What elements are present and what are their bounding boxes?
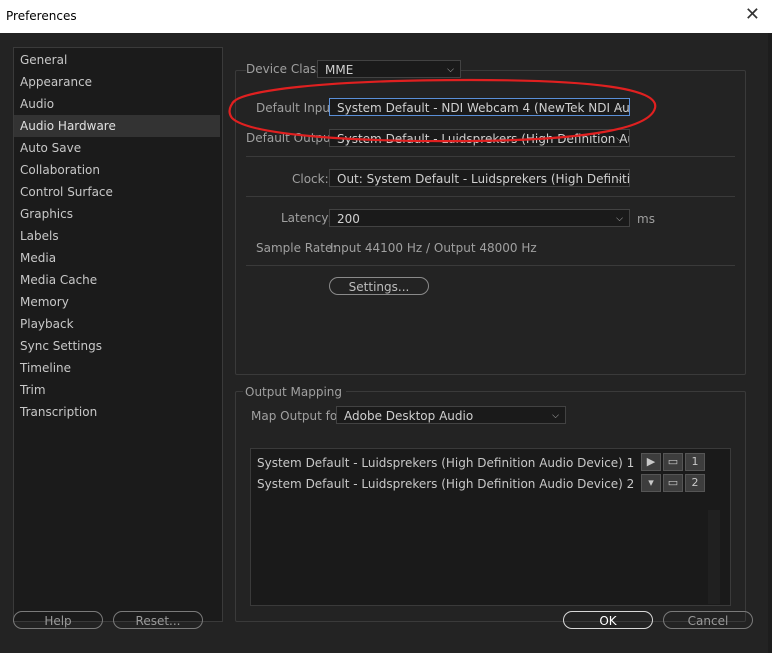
sidebar-item-audio-hardware[interactable]: Audio Hardware bbox=[14, 115, 220, 137]
divider bbox=[246, 156, 735, 157]
window-title: Preferences bbox=[6, 9, 77, 23]
sidebar-item-labels[interactable]: Labels bbox=[20, 225, 59, 247]
sidebar-item-audio[interactable]: Audio bbox=[20, 93, 54, 115]
default-output-dropdown[interactable]: System Default - Luidsprekers (High Defi… bbox=[329, 129, 630, 147]
output-mapping-label: Output Mapping bbox=[243, 385, 346, 399]
default-input-value: System Default - NDI Webcam 4 (NewTek ND… bbox=[337, 101, 630, 115]
scrollbar[interactable] bbox=[708, 510, 720, 604]
sidebar-item-graphics[interactable]: Graphics bbox=[20, 203, 73, 225]
map-output-value: Adobe Desktop Audio bbox=[344, 409, 474, 423]
sample-rate-label: Sample Rate: bbox=[256, 241, 337, 255]
sidebar-item-media-cache[interactable]: Media Cache bbox=[20, 269, 97, 291]
sidebar-item-collaboration[interactable]: Collaboration bbox=[20, 159, 100, 181]
device-class-value: MME bbox=[325, 63, 354, 77]
speaker-play-icon[interactable]: ▶ bbox=[641, 453, 661, 471]
default-output-value: System Default - Luidsprekers (High Defi… bbox=[337, 132, 629, 146]
sidebar-item-playback[interactable]: Playback bbox=[20, 313, 74, 335]
sidebar-item-media[interactable]: Media bbox=[20, 247, 56, 269]
sidebar-item-control-surface[interactable]: Control Surface bbox=[20, 181, 113, 203]
output-mapping-list[interactable]: System Default - Luidsprekers (High Defi… bbox=[250, 448, 731, 606]
default-input-dropdown[interactable]: System Default - NDI Webcam 4 (NewTek ND… bbox=[329, 98, 630, 116]
channel-2-cell[interactable]: 2 bbox=[685, 474, 705, 492]
divider bbox=[246, 196, 735, 197]
preferences-dialog: General Appearance Audio Audio Hardware … bbox=[0, 33, 768, 653]
sample-rate-value: Input 44100 Hz / Output 48000 Hz bbox=[330, 241, 537, 255]
default-input-label: Default Input: bbox=[256, 101, 339, 115]
sidebar: General Appearance Audio Audio Hardware … bbox=[13, 47, 223, 622]
sidebar-item-auto-save[interactable]: Auto Save bbox=[20, 137, 81, 159]
help-button[interactable]: Help bbox=[13, 611, 103, 629]
title-bar: Preferences ✕ bbox=[0, 0, 772, 33]
chevron-down-icon: ⌵ bbox=[616, 214, 623, 224]
sidebar-item-trim[interactable]: Trim bbox=[20, 379, 46, 401]
latency-value: 200 bbox=[337, 212, 360, 226]
latency-dropdown[interactable]: 200 ⌵ bbox=[329, 209, 630, 227]
list-item[interactable]: System Default - Luidsprekers (High Defi… bbox=[257, 477, 634, 491]
sidebar-item-timeline[interactable]: Timeline bbox=[20, 357, 71, 379]
chevron-down-icon: ⌵ bbox=[552, 411, 559, 421]
close-icon[interactable]: ✕ bbox=[745, 6, 760, 24]
map-output-label: Map Output for: bbox=[251, 409, 346, 423]
list-item[interactable]: System Default - Luidsprekers (High Defi… bbox=[257, 456, 634, 470]
divider bbox=[246, 265, 735, 266]
device-class-dropdown[interactable]: MME ⌵ bbox=[317, 60, 461, 78]
clock-dropdown[interactable]: Out: System Default - Luidsprekers (High… bbox=[329, 169, 630, 187]
ok-button[interactable]: OK bbox=[563, 611, 653, 629]
channel-1-cell[interactable]: 1 bbox=[685, 453, 705, 471]
clock-label: Clock: bbox=[292, 172, 329, 186]
chevron-down-icon: ⌵ bbox=[616, 134, 623, 144]
sidebar-item-appearance[interactable]: Appearance bbox=[20, 71, 92, 93]
sidebar-item-general[interactable]: General bbox=[20, 49, 67, 71]
default-output-label: Default Output: bbox=[246, 131, 340, 145]
latency-unit: ms bbox=[637, 212, 655, 226]
cancel-button[interactable]: Cancel bbox=[663, 611, 753, 629]
sidebar-item-sync-settings[interactable]: Sync Settings bbox=[20, 335, 102, 357]
chevron-down-icon: ⌵ bbox=[616, 103, 623, 113]
latency-label: Latency: bbox=[281, 211, 332, 225]
sidebar-item-memory[interactable]: Memory bbox=[20, 291, 69, 313]
sidebar-item-transcription[interactable]: Transcription bbox=[20, 401, 97, 423]
speaker-icon[interactable]: ▾ bbox=[641, 474, 661, 492]
speaker-box-icon[interactable]: ▭ bbox=[663, 453, 683, 471]
clock-value: Out: System Default - Luidsprekers (High… bbox=[337, 172, 630, 186]
map-output-dropdown[interactable]: Adobe Desktop Audio ⌵ bbox=[336, 406, 566, 424]
chevron-down-icon: ⌵ bbox=[616, 174, 623, 184]
chevron-down-icon: ⌵ bbox=[447, 65, 454, 75]
reset-button[interactable]: Reset... bbox=[113, 611, 203, 629]
speaker-box-icon[interactable]: ▭ bbox=[663, 474, 683, 492]
settings-button[interactable]: Settings... bbox=[329, 277, 429, 295]
